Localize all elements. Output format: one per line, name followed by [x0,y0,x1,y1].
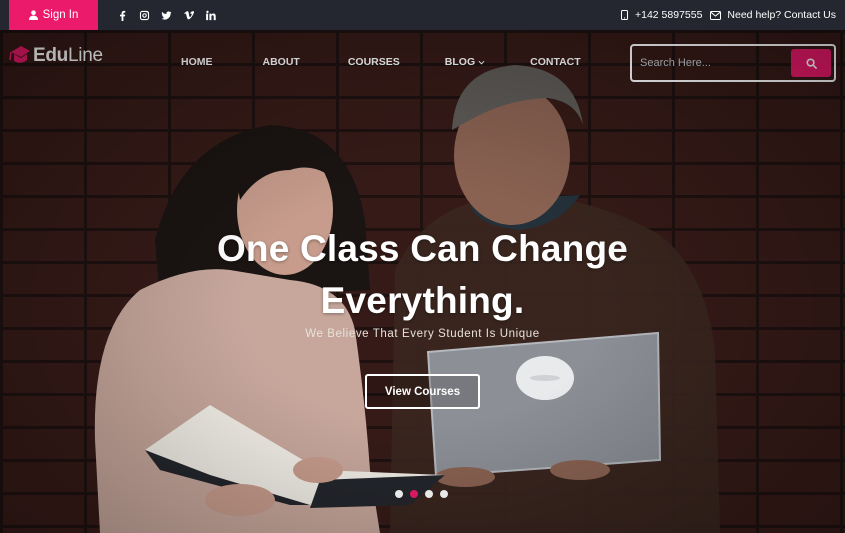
slider-dots [395,490,448,498]
nav-courses[interactable]: COURSES [348,56,400,68]
nav-blog-label: BLOG [444,56,476,68]
search-icon [805,57,817,69]
logo-text: EduLine [33,45,103,66]
hero-slider: EduLine HOME ABOUT COURSES BLOG CONTACT … [0,30,845,533]
slide-dot-1[interactable] [395,490,403,498]
facebook-icon[interactable] [116,9,128,21]
nav-home[interactable]: HOME [181,56,213,68]
phone-contact[interactable]: +142 5897555 [620,9,702,21]
site-logo[interactable]: EduLine [9,44,103,68]
main-nav: HOME ABOUT COURSES BLOG CONTACT [181,56,581,68]
search-button[interactable] [791,49,831,77]
nav-contact[interactable]: CONTACT [530,56,581,68]
search-input[interactable] [640,54,780,72]
phone-number: +142 5897555 [634,9,703,21]
twitter-icon[interactable] [160,9,172,21]
envelope-icon [710,10,722,20]
headline-line-2: Everything. [320,280,525,321]
nav-about[interactable]: ABOUT [263,56,300,68]
hero-headline: One Class Can Change Everything. [0,223,845,327]
slide-dot-2[interactable] [410,490,418,498]
vimeo-icon[interactable] [182,9,194,21]
search-box [630,44,836,82]
sign-in-label: Sign In [42,9,79,21]
nav-blog[interactable]: BLOG [445,56,485,68]
headline-line-1: One Class Can Change [216,228,629,269]
contact-info: +142 5897555 Need help? Contact Us [620,0,836,30]
help-contact[interactable]: Need help? Contact Us [710,9,836,21]
hero-subtext: We Believe That Every Student Is Unique [305,328,540,340]
graduation-cap-icon [9,46,30,63]
view-courses-button[interactable]: View Courses [365,374,480,409]
social-links [116,0,216,30]
slide-dot-3[interactable] [425,490,433,498]
mobile-phone-icon [620,10,628,20]
chevron-down-icon [478,60,485,65]
user-icon [28,10,38,20]
help-link: Need help? Contact Us [727,9,836,21]
instagram-icon[interactable] [138,9,150,21]
linkedin-icon[interactable] [204,9,216,21]
top-bar: Sign In +142 5897555 Need help? Contact … [0,0,845,30]
sign-in-button[interactable]: Sign In [9,0,98,30]
slide-dot-4[interactable] [440,490,448,498]
